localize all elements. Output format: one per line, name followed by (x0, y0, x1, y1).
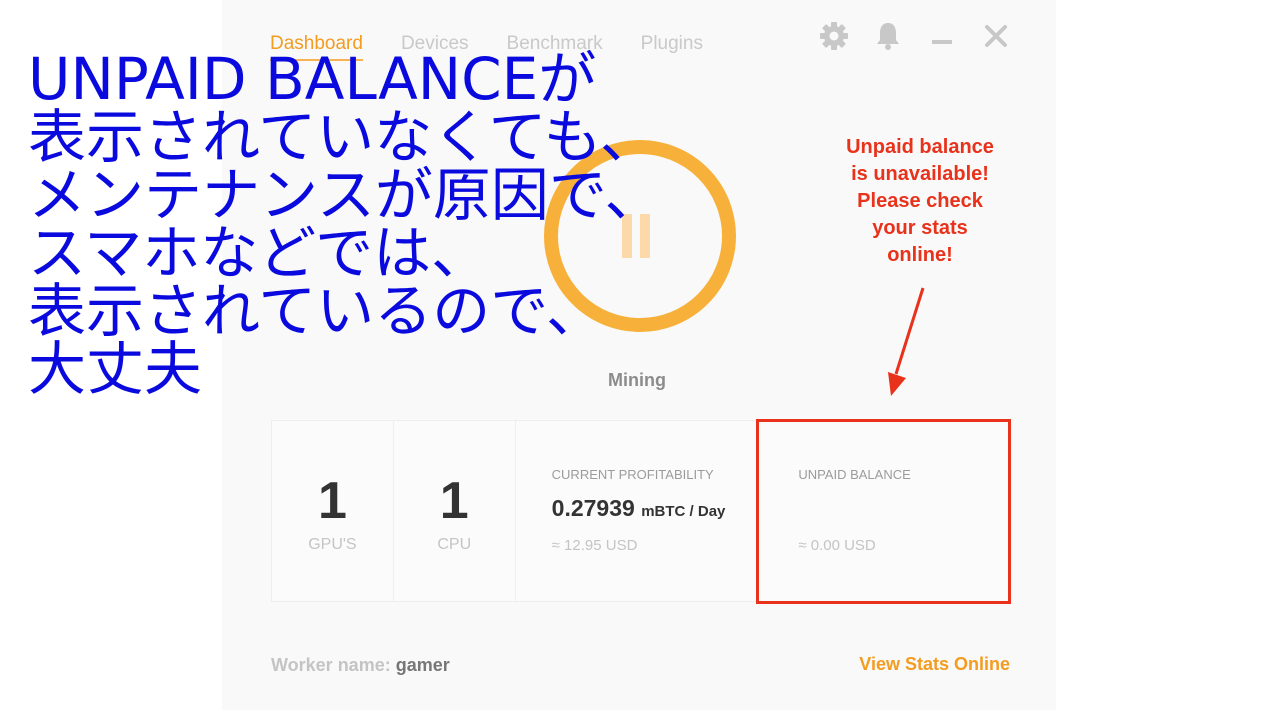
overlay-line: 表示されていなくても、 (28, 103, 658, 171)
overlay-line: UNPAID BALANCEが (28, 45, 597, 113)
overlay-line: 表示されているので、 (28, 277, 604, 345)
cpu-count: 1 (439, 472, 469, 530)
cpu-count-cell: 1 CPU (394, 421, 516, 601)
worker-label: Worker name: (271, 655, 391, 675)
profitability-usd: ≈ 12.95 USD (551, 537, 638, 554)
worker-info: Worker name: gamer (271, 655, 450, 676)
overlay-caption: UNPAID BALANCEが 表示されていなくても、 メンテナンスが原因で、 … (28, 50, 663, 398)
minimize-icon[interactable] (926, 20, 958, 52)
profitability-title: CURRENT PROFITABILITY (551, 467, 714, 482)
annotation-arrow-icon (888, 287, 925, 396)
profitability-number: 0.27939 (551, 495, 635, 521)
close-icon[interactable] (980, 20, 1012, 52)
view-stats-online-link[interactable]: View Stats Online (859, 654, 1010, 675)
annotation-note: Unpaid balance is unavailable! Please ch… (846, 136, 994, 266)
profitability-unit: mBTC / Day (641, 503, 726, 520)
gpu-label: GPU'S (308, 536, 357, 553)
profitability-cell: CURRENT PROFITABILITY 0.27939 mBTC / Day… (516, 421, 759, 601)
overlay-line: メンテナンスが原因で、 (28, 161, 663, 229)
cpu-label: CPU (437, 536, 472, 553)
window-controls (796, 20, 1012, 52)
overlay-line: 大丈夫 (28, 335, 203, 403)
gear-icon[interactable] (818, 20, 850, 52)
overlay-line: スマホなどでは、 (28, 219, 490, 287)
annotation-highlight-box (756, 419, 1011, 604)
screenshot: Dashboard Devices Benchmark Plugins Mini… (0, 0, 1280, 720)
profitability-value: 0.27939 mBTC / Day (552, 495, 726, 522)
gpu-count-cell: 1 GPU'S (272, 421, 394, 601)
worker-name: gamer (395, 655, 450, 675)
gpu-count: 1 (317, 472, 347, 530)
bell-icon[interactable] (872, 20, 904, 52)
